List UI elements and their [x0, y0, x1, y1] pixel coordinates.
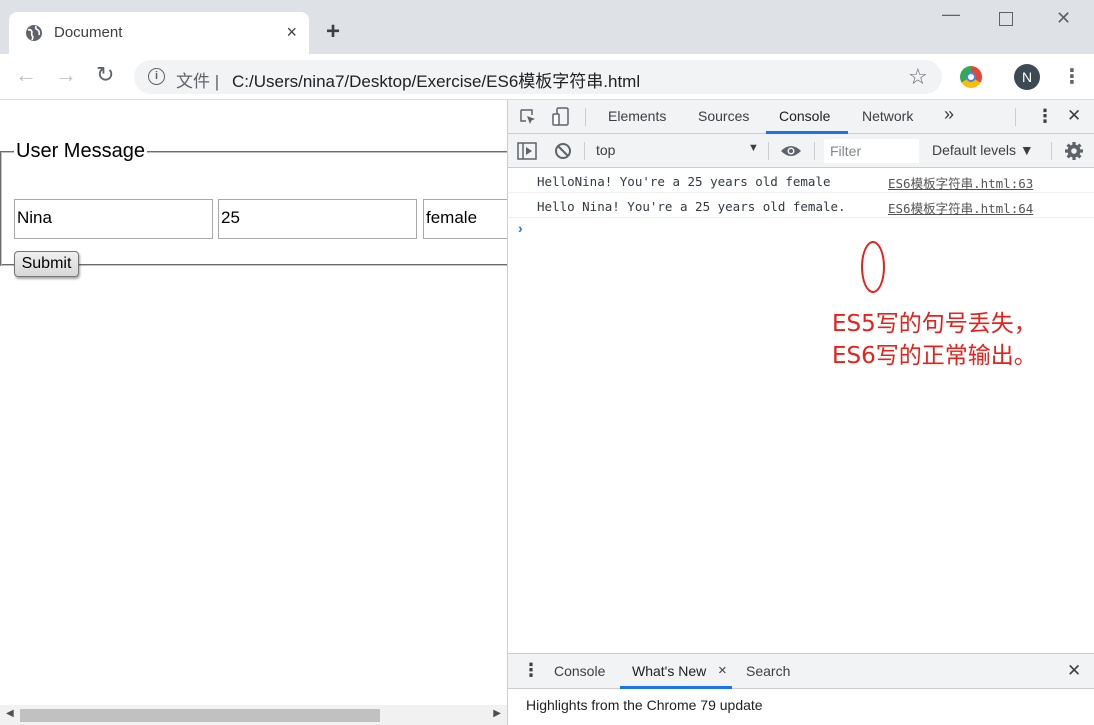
filter-input[interactable]: Filter [824, 139, 919, 163]
drawer-tab-console[interactable]: Console [554, 663, 605, 679]
tab-elements[interactable]: Elements [608, 108, 666, 124]
chevron-down-icon[interactable]: ▼ [748, 142, 759, 154]
drawer-close-icon[interactable]: ✕ [1067, 661, 1081, 681]
device-toolbar-icon[interactable] [552, 107, 570, 127]
scrollbar-thumb[interactable] [20, 709, 380, 722]
drawer-tab-close-icon[interactable]: × [718, 662, 727, 679]
show-sidebar-icon[interactable] [517, 142, 537, 160]
browser-menu-icon[interactable]: ⋮ [1062, 64, 1082, 89]
devtools-tabbar: Elements Sources Console Network » ⋮ ✕ [508, 100, 1094, 134]
tab-close-icon[interactable]: × [286, 23, 297, 41]
window-close-button[interactable]: ✕ [1056, 8, 1071, 29]
page-viewport: User Message Nina 25 female Submit ◀ ▶ [0, 100, 507, 725]
toolbar-divider [768, 142, 769, 160]
toolbar-divider [1051, 142, 1052, 160]
toolbar-divider [585, 108, 586, 126]
scroll-right-icon[interactable]: ▶ [493, 708, 501, 719]
forward-icon[interactable]: → [55, 64, 77, 86]
inspect-element-icon[interactable] [519, 108, 537, 126]
back-icon[interactable]: ← [15, 64, 37, 86]
tab-network[interactable]: Network [862, 108, 913, 124]
user-message-fieldset: User Message Nina 25 female Submit [0, 140, 507, 277]
browser-toolbar: ← → ↻ i 文件 | C:/Users/nina7/Desktop/Exer… [0, 54, 1094, 100]
toolbar-divider [1015, 108, 1016, 126]
minimize-button[interactable]: — [942, 4, 960, 25]
globe-icon [26, 25, 42, 41]
drawer-tabbar: ⋮ Console What's New × Search ✕ [508, 653, 1094, 689]
profile-avatar[interactable]: N [1014, 64, 1040, 90]
devtools-panel: Elements Sources Console Network » ⋮ ✕ t… [507, 100, 1094, 725]
tab-sources[interactable]: Sources [698, 108, 749, 124]
url-scheme-label: 文件 | [176, 72, 220, 91]
submit-button[interactable]: Submit [14, 251, 79, 277]
toolbar-divider [814, 142, 815, 160]
drawer-tab-whats-new[interactable]: What's New [632, 663, 706, 679]
console-log-row: Hello Nina! You're a 25 years old female… [508, 193, 1094, 218]
reload-icon[interactable]: ↻ [96, 64, 114, 86]
drawer-content: Highlights from the Chrome 79 update [508, 689, 1094, 725]
eye-icon[interactable] [780, 144, 802, 158]
console-output: HelloNina! You're a 25 years old female … [508, 168, 1094, 653]
info-icon[interactable]: i [148, 68, 165, 85]
log-source-link[interactable]: ES6模板字符串.html:64 [888, 198, 1033, 217]
console-log-row: HelloNina! You're a 25 years old female … [508, 168, 1094, 193]
more-tabs-icon[interactable]: » [944, 104, 954, 125]
context-select[interactable]: top [596, 142, 615, 158]
clear-console-icon[interactable] [554, 142, 572, 160]
settings-gear-icon[interactable] [1064, 141, 1084, 161]
toolbar-divider [584, 142, 585, 160]
horizontal-scrollbar[interactable]: ◀ ▶ [0, 705, 507, 725]
log-message: HelloNina! You're a 25 years old female [537, 174, 831, 189]
log-source-link[interactable]: ES6模板字符串.html:63 [888, 173, 1033, 192]
drawer-tab-search[interactable]: Search [746, 663, 790, 679]
annotation-line-1: ES5写的句号丢失， [832, 311, 1037, 337]
name-input[interactable]: Nina [14, 199, 213, 239]
new-tab-button[interactable]: + [326, 20, 340, 44]
whats-new-highlights: Highlights from the Chrome 79 update [526, 697, 763, 713]
devtools-close-icon[interactable]: ✕ [1067, 106, 1081, 126]
browser-tab[interactable]: Document × [9, 12, 309, 54]
console-prompt[interactable]: › [518, 220, 523, 236]
maximize-button[interactable] [999, 12, 1013, 26]
fieldset-legend: User Message [16, 140, 145, 162]
gender-input[interactable]: female [423, 199, 507, 239]
annotation-ellipse [861, 241, 885, 293]
browser-tabstrip: Document × + — ✕ [0, 0, 1094, 54]
annotation-text: ES5写的句号丢失， ES6写的正常输出。 [832, 308, 1072, 372]
scroll-left-icon[interactable]: ◀ [6, 708, 14, 719]
tab-console[interactable]: Console [779, 108, 830, 124]
bookmark-star-icon[interactable]: ☆ [908, 64, 928, 90]
url-text[interactable]: C:/Users/nina7/Desktop/Exercise/ES6模板字符串… [232, 67, 640, 92]
tab-title: Document [54, 24, 123, 41]
age-input[interactable]: 25 [218, 199, 417, 239]
log-levels-dropdown[interactable]: Default levels ▼ [932, 142, 1034, 158]
drawer-menu-icon[interactable]: ⋮ [522, 660, 540, 681]
log-message: Hello Nina! You're a 25 years old female… [537, 199, 846, 214]
address-bar[interactable]: i 文件 | C:/Users/nina7/Desktop/Exercise/E… [134, 60, 942, 94]
annotation-line-2: ES6写的正常输出。 [832, 343, 1037, 369]
extension-icon[interactable] [960, 66, 982, 88]
devtools-menu-icon[interactable]: ⋮ [1036, 106, 1054, 127]
console-toolbar: top ▼ Filter Default levels ▼ [508, 134, 1094, 168]
